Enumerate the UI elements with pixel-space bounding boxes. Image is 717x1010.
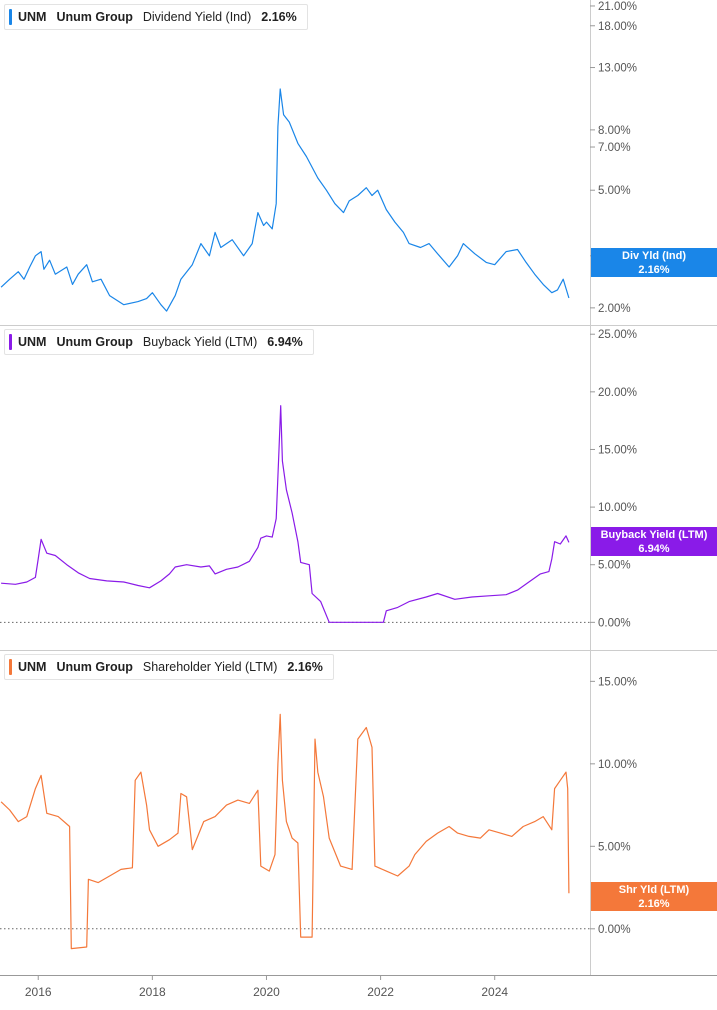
x-tick-label: 2022 xyxy=(367,985,394,999)
y-tick-label: 10.00% xyxy=(598,759,637,771)
x-tick-label: 2020 xyxy=(253,985,280,999)
legend-company: Unum Group xyxy=(56,660,133,674)
y-tick-label: 5.00% xyxy=(598,841,631,853)
badge-buyback-yield: Buyback Yield (LTM) 6.94% xyxy=(591,527,717,556)
legend-metric: Shareholder Yield (LTM) xyxy=(142,660,278,674)
legend-swatch xyxy=(9,659,12,675)
legend-company: Unum Group xyxy=(56,335,133,349)
y-tick-label: 10.00% xyxy=(598,502,637,514)
badge-value: 2.16% xyxy=(638,898,670,910)
y-tick-label: 20.00% xyxy=(598,387,637,399)
legend-value: 6.94% xyxy=(267,335,303,349)
legend-company: Unum Group xyxy=(56,10,133,24)
badge-label: Div Yld (Ind) xyxy=(622,250,686,262)
badge-value: 6.94% xyxy=(638,543,670,555)
legend-buyback-yield: UNM Unum Group Buyback Yield (LTM) 6.94% xyxy=(4,329,314,355)
badge-label: Buyback Yield (LTM) xyxy=(600,529,708,541)
y-tick-label: 2.00% xyxy=(598,303,631,315)
badge-label: Shr Yld (LTM) xyxy=(618,884,690,896)
badge-shareholder-yield: Shr Yld (LTM) 2.16% xyxy=(591,882,717,911)
y-tick-label: 8.00% xyxy=(598,125,631,137)
x-tick-label: 2018 xyxy=(139,985,166,999)
y-tick-label: 5.00% xyxy=(598,185,631,197)
y-tick-label: 25.00% xyxy=(598,329,637,341)
y-tick-label: 15.00% xyxy=(598,444,637,456)
y-tick-label: 0.00% xyxy=(598,924,631,936)
badge-dividend-yield: Div Yld (Ind) 2.16% xyxy=(591,248,717,277)
y-tick-label: 5.00% xyxy=(598,560,631,572)
chart-canvas: 21.00%18.00%13.00%8.00%7.00%5.00%3.00%2.… xyxy=(0,0,717,999)
legend-swatch xyxy=(9,334,12,350)
legend-dividend-yield: UNM Unum Group Dividend Yield (Ind) 2.16… xyxy=(4,4,308,30)
legend-value: 2.16% xyxy=(261,10,297,24)
legend-ticker: UNM xyxy=(18,660,47,674)
legend-metric: Buyback Yield (LTM) xyxy=(142,335,258,349)
x-tick-label: 2016 xyxy=(25,985,52,999)
legend-swatch xyxy=(9,9,12,25)
legend-ticker: UNM xyxy=(18,335,47,349)
series-line xyxy=(0,88,570,312)
chart-root: 21.00%18.00%13.00%8.00%7.00%5.00%3.00%2.… xyxy=(0,0,717,1005)
y-tick-label: 18.00% xyxy=(598,21,637,33)
badge-value: 2.16% xyxy=(638,264,670,276)
y-tick-label: 0.00% xyxy=(598,617,631,629)
legend-value: 2.16% xyxy=(287,660,323,674)
legend-shareholder-yield: UNM Unum Group Shareholder Yield (LTM) 2… xyxy=(4,654,334,680)
y-tick-label: 15.00% xyxy=(598,676,637,688)
legend-ticker: UNM xyxy=(18,10,47,24)
series-line xyxy=(0,713,570,950)
x-tick-label: 2024 xyxy=(481,985,508,999)
series-line xyxy=(1,405,570,623)
y-tick-label: 13.00% xyxy=(598,63,637,75)
y-tick-label: 7.00% xyxy=(598,142,631,154)
legend-metric: Dividend Yield (Ind) xyxy=(142,10,252,24)
y-tick-label: 21.00% xyxy=(598,1,637,13)
